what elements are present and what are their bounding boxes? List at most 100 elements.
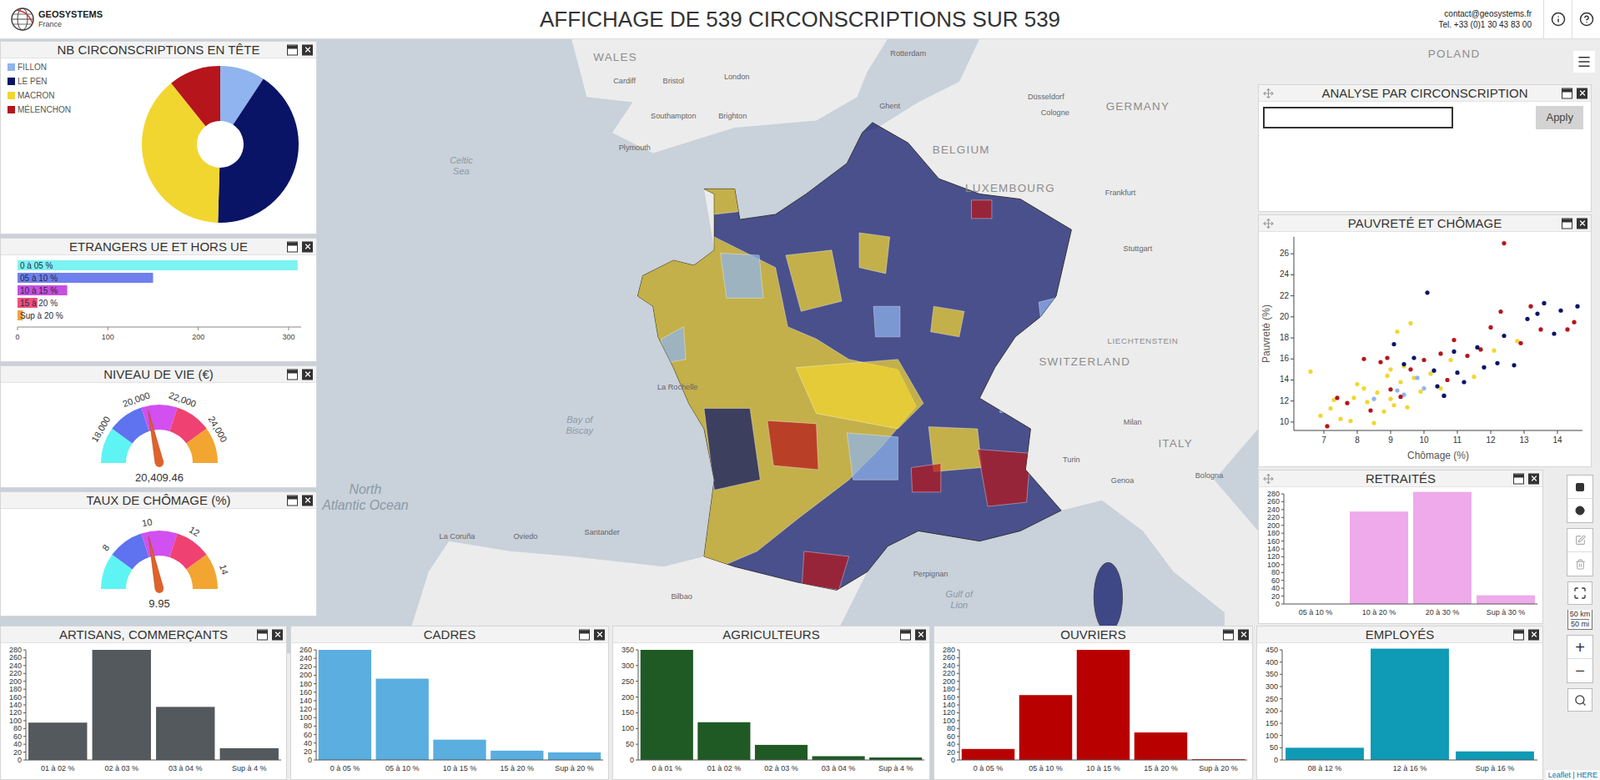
scatter-point[interactable] [1574,304,1580,309]
bar[interactable]: 0 à 05 % [318,649,372,773]
scatter-point[interactable] [1398,379,1403,384]
scatter-point[interactable] [1411,355,1416,360]
close-button[interactable] [301,494,313,506]
panel-header[interactable]: EMPLOYÉS [1257,626,1543,644]
scatter-point[interactable] [1421,357,1426,363]
move-icon[interactable] [1262,217,1274,229]
bar[interactable]: 0 à 01 % [640,649,694,773]
constituency-region[interactable] [977,448,1032,507]
scatter-point[interactable] [1388,367,1393,372]
bar[interactable]: 03 à 04 % [812,755,866,773]
bar[interactable]: 10 à 15 % [432,739,486,773]
panel-header[interactable]: ARTISANS, COMMERÇANTS [0,626,287,644]
scatter-point[interactable] [1501,241,1506,246]
scatter-point[interactable] [1491,348,1496,353]
constituency-region[interactable] [720,253,764,299]
bar[interactable]: 15 à 20 % [490,750,544,773]
scatter-point[interactable] [1501,333,1506,338]
bar[interactable]: Sup à 16 % [1455,751,1535,773]
scatter-point[interactable] [1451,337,1456,343]
search-button[interactable] [1567,688,1593,712]
constituency-region[interactable] [785,250,842,312]
panel-header[interactable]: ANALYSE PAR CIRCONSCRIPTION [1258,85,1591,102]
bar[interactable]: 20 à 30 % [1413,492,1472,617]
bar[interactable]: 05 à 10 % [1298,608,1334,617]
scatter-point[interactable] [1374,390,1379,395]
help-button[interactable] [1571,0,1600,39]
close-button[interactable] [1528,628,1540,640]
panel-header[interactable]: NIVEAU DE VIE (€) [0,366,317,383]
constituency-region[interactable] [997,383,1033,413]
constituency-region[interactable] [846,432,898,480]
bar[interactable]: 12 à 16 % [1370,649,1450,773]
corsica[interactable] [1093,562,1123,632]
scatter-point[interactable] [1474,345,1480,350]
bar[interactable]: 01 à 02 % [697,722,750,773]
bar[interactable]: Sup à 20 % [1192,759,1245,773]
donut-slice[interactable] [171,65,221,126]
scatter-point[interactable] [1471,374,1476,379]
scatter-point[interactable] [1444,377,1450,383]
bar[interactable]: Sup à 30 % [1476,595,1535,617]
scatter-point[interactable] [1511,362,1516,368]
scatter-point[interactable] [1441,393,1446,398]
scatter-point[interactable] [1421,386,1426,391]
edit-button[interactable] [1567,528,1593,553]
scatter-point[interactable] [1434,383,1439,388]
zoom-in-button[interactable]: + [1567,635,1593,660]
bar[interactable]: 10 à 15 % [1076,649,1130,773]
scatter-point[interactable] [1394,329,1399,334]
scatter-point[interactable] [1428,371,1433,376]
close-button[interactable] [915,628,926,640]
constituency-region[interactable] [661,327,686,364]
scatter-point[interactable] [1368,407,1373,413]
bar[interactable]: 0 à 05 % [17,260,298,271]
scatter-point[interactable] [1571,320,1576,325]
scatter-point[interactable] [1308,369,1313,374]
constituency-region[interactable] [1038,297,1057,321]
close-button[interactable] [301,44,313,56]
minimize-button[interactable] [578,628,590,640]
scatter-point[interactable] [1464,353,1470,358]
draw-rectangle-button[interactable] [1567,475,1593,499]
scatter-point[interactable] [1494,361,1500,366]
draw-circle-button[interactable] [1567,498,1593,523]
scatter-point[interactable] [1328,406,1333,411]
constituency-input[interactable] [1262,106,1454,129]
apply-button[interactable]: Apply [1535,105,1584,130]
bar[interactable]: 15 à 20 % [1134,732,1188,773]
scatter-point[interactable] [1461,379,1466,384]
zoom-out-button[interactable]: − [1567,659,1593,683]
panel-header[interactable]: ETRANGERS UE ET HORS UE [0,238,317,256]
minimize-button[interactable] [1222,628,1234,640]
scatter-point[interactable] [1391,342,1396,347]
scatter-point[interactable] [1414,375,1419,380]
scatter-point[interactable] [1488,325,1493,330]
scatter-point[interactable] [1371,397,1376,402]
constituency-region[interactable] [767,420,819,470]
scatter-point[interactable] [1451,349,1456,354]
scatter-point[interactable] [1351,395,1356,400]
scatter-point[interactable] [1388,387,1393,392]
delete-button[interactable] [1567,552,1593,576]
constituency-region[interactable] [689,183,760,215]
panel-header[interactable]: OUVRIERS [934,626,1253,644]
panel-header[interactable]: PAUVRETÉ ET CHÔMAGE [1258,215,1591,232]
scatter-point[interactable] [1448,357,1453,363]
constituency-region[interactable] [1020,400,1049,421]
bar[interactable]: 0 à 05 % [961,749,1015,773]
fullscreen-button[interactable] [1567,581,1593,605]
bar[interactable]: 02 à 03 % [754,744,808,773]
close-button[interactable] [301,241,313,252]
info-button[interactable] [1543,0,1572,39]
constituency-region[interactable] [971,200,992,219]
scatter-point[interactable] [1518,341,1523,346]
layers-button[interactable] [1573,50,1595,73]
scatter-point[interactable] [1391,402,1396,408]
scatter-point[interactable] [1528,304,1533,309]
scatter-point[interactable] [1524,316,1530,322]
scatter-point[interactable] [1334,395,1339,400]
scatter-point[interactable] [1381,409,1386,414]
scatter-point[interactable] [1378,359,1383,364]
close-button[interactable] [1576,217,1588,229]
